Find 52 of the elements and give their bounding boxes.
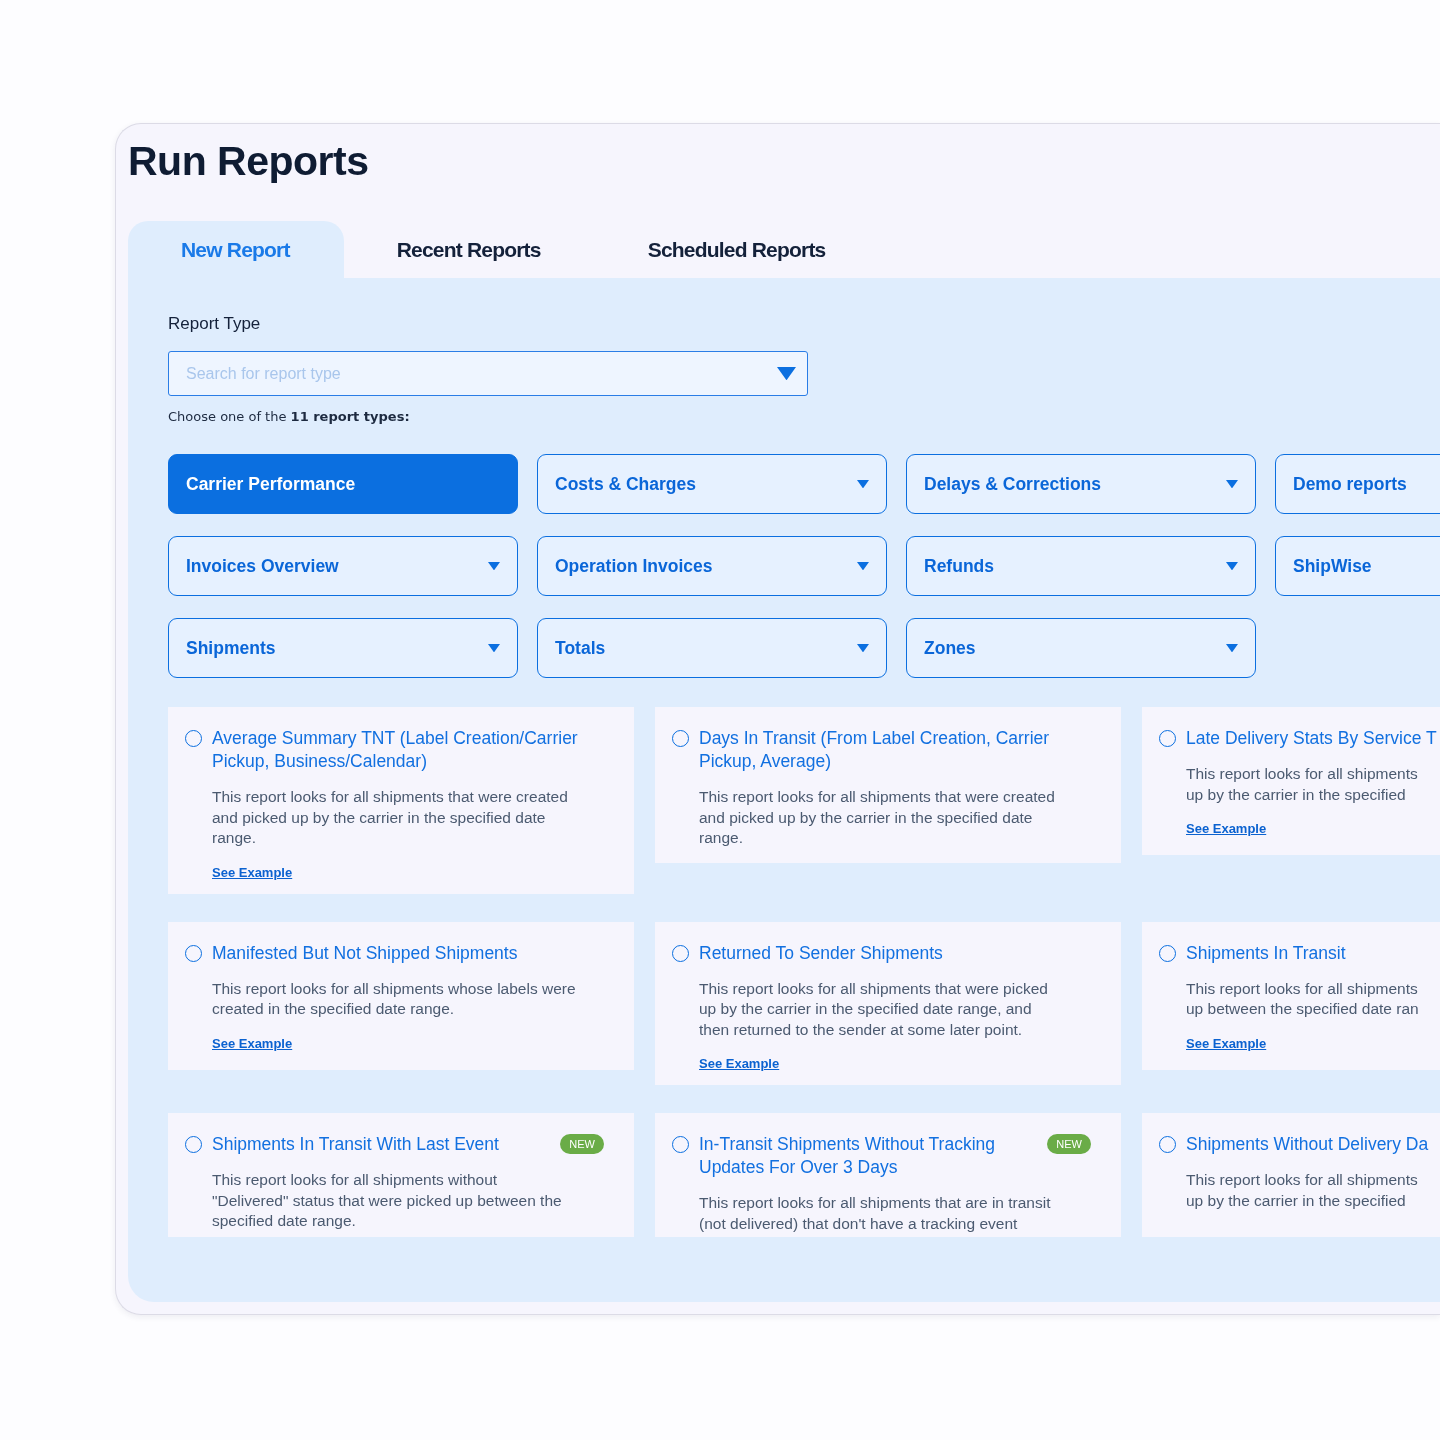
report-description: This report looks for all shipments that are in transit (not delivered) that don't have a tracking event <box>699 1193 1051 1234</box>
caret-icon <box>857 643 869 653</box>
report-title[interactable]: Days In Transit (From Label Creation, Carrier Pickup, Average) <box>699 727 1091 773</box>
category-button[interactable]: Shipments <box>168 618 518 678</box>
caret-icon <box>1226 561 1238 571</box>
report-title[interactable]: Shipments In Transit With Last Event <box>212 1133 499 1156</box>
caret-icon <box>857 479 869 489</box>
caret-icon <box>777 367 796 381</box>
see-example-link[interactable]: See Example <box>1186 821 1267 836</box>
caret-icon <box>488 643 500 653</box>
tab[interactable]: New Report <box>128 221 344 278</box>
report-title[interactable]: Shipments In Transit <box>1186 941 1346 965</box>
report-description: This report looks for all shipments without "Delivered" status that were picked up between the specified date range. <box>212 1170 562 1231</box>
new-badge: NEW <box>560 1134 604 1154</box>
report-description: This report looks for all shipments up by the carrier in the specified <box>1186 1170 1418 1211</box>
report-title[interactable]: Average Summary TNT (Label Creation/Carrier Pickup, Business/Calendar) <box>212 727 604 773</box>
caret-icon <box>857 561 869 571</box>
report-description: This report looks for all shipments that were created and picked up by the carrier in the specified date range. <box>699 787 1055 848</box>
tab[interactable]: Scheduled Reports <box>594 221 880 278</box>
category-button[interactable]: Delays & Corrections <box>906 454 1256 514</box>
report-title[interactable]: Late Delivery Stats By Service T <box>1186 727 1437 750</box>
category-button[interactable]: Operation Invoices <box>537 536 887 596</box>
report-title[interactable]: In-Transit Shipments Without Tracking Updates For Over 3 Days <box>699 1133 1038 1179</box>
search-field[interactable]: Search for report type <box>168 351 808 396</box>
category-button[interactable]: ShipWise <box>1275 536 1440 596</box>
category-button[interactable]: Totals <box>537 618 887 678</box>
report-description: This report looks for all shipments that were picked up by the carrier in the specified date range, and then returned to the sender at some later point. <box>699 978 1048 1040</box>
category-button[interactable]: Zones <box>906 618 1256 678</box>
page-title: Run Reports <box>128 138 369 185</box>
caret-icon <box>488 561 500 571</box>
report-title[interactable]: Shipments Without Delivery Da <box>1186 1133 1429 1156</box>
report-description: This report looks for all shipments up by the carrier in the specified <box>1186 764 1418 805</box>
category-button[interactable]: Costs & Charges <box>537 454 887 514</box>
report-title[interactable]: Manifested But Not Shipped Shipments <box>212 941 518 965</box>
report-title[interactable]: Returned To Sender Shipments <box>699 941 943 965</box>
report-description: This report looks for all shipments that were created and picked up by the carrier in the specified date range. <box>212 787 568 848</box>
see-example-link[interactable]: See Example <box>212 1035 293 1051</box>
see-example-link[interactable]: See Example <box>212 864 293 880</box>
tab[interactable]: Recent Reports <box>343 221 595 278</box>
see-example-link[interactable]: See Example <box>699 1056 780 1071</box>
category-button[interactable]: Invoices Overview <box>168 536 518 596</box>
report-description: This report looks for all shipments up between the specified date ran <box>1186 978 1419 1019</box>
category-button[interactable]: Demo reports <box>1275 454 1440 514</box>
caret-icon <box>1226 643 1238 653</box>
category-button[interactable]: Refunds <box>906 536 1256 596</box>
field-label: Report Type <box>168 314 261 334</box>
new-badge: NEW <box>1047 1134 1091 1154</box>
report-description: This report looks for all shipments whose labels were created in the specified date range. <box>212 978 576 1019</box>
caret-icon <box>1226 479 1238 489</box>
hint-text: Choose one of the 11 report types: <box>168 409 410 424</box>
category-button[interactable]: Carrier Performance <box>168 454 518 514</box>
see-example-link[interactable]: See Example <box>1186 1035 1267 1051</box>
